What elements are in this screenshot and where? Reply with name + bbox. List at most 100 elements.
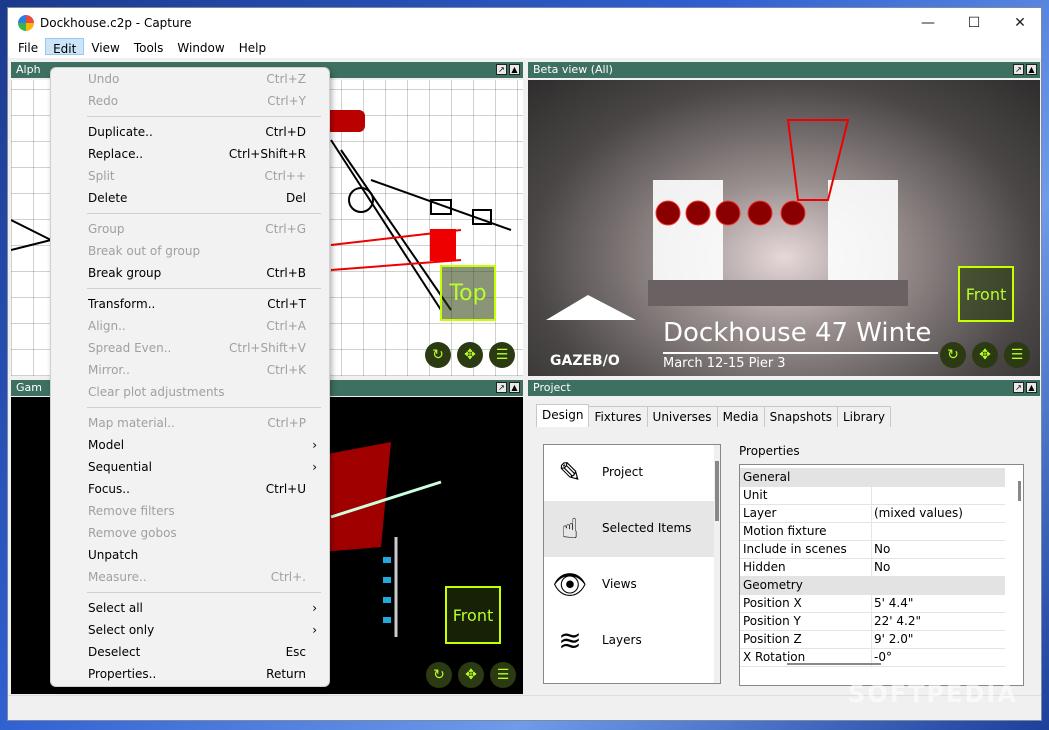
front-view-label[interactable]: Front: [958, 266, 1014, 322]
menu-item-label: Transform..: [88, 297, 156, 311]
gazebo-logo: GAZEB/O: [550, 353, 620, 369]
menu-item-label: Group: [88, 222, 125, 236]
view-menu-icon[interactable]: ☰: [490, 662, 516, 688]
prop-include-in-scenes[interactable]: Include in scenes No: [740, 540, 1005, 559]
properties-vscrollbar[interactable]: [1018, 481, 1021, 501]
maximize-panel-icon[interactable]: ▲: [509, 64, 520, 75]
design-item-selected-items[interactable]: ☝ Selected Items: [544, 501, 716, 557]
orbit-icon[interactable]: ↻: [426, 662, 452, 688]
menu-item-shortcut: Ctrl+Shift+R: [228, 147, 306, 161]
properties-hscrollbar[interactable]: [787, 663, 881, 665]
menu-item-remove-gobos: Remove gobos: [51, 522, 329, 544]
maximize-panel-icon[interactable]: ▲: [1026, 382, 1037, 393]
menu-item-replace[interactable]: Replace.. Ctrl+Shift+R: [51, 143, 329, 165]
prop-position-z[interactable]: Position Z 9' 2.0": [740, 630, 1005, 649]
title-bar[interactable]: Dockhouse.c2p - Capture — ☐ ✕: [8, 8, 1041, 38]
prop-unit[interactable]: Unit: [740, 486, 1005, 505]
menu-item-label: Properties..: [88, 667, 157, 681]
menu-item-map-material: Map material.. Ctrl+P: [51, 412, 329, 434]
undock-icon[interactable]: ↗: [496, 64, 507, 75]
menu-item-label: Align..: [88, 319, 126, 333]
prop-hidden[interactable]: Hidden No: [740, 558, 1005, 577]
menu-item-shortcut: Ctrl+Shift+V: [229, 341, 306, 355]
menu-item-break-group[interactable]: Break group Ctrl+B: [51, 262, 329, 284]
menu-item-label: Clear plot adjustments: [88, 385, 225, 399]
menu-item-label: Break group: [88, 266, 162, 280]
eye-icon: 👁: [552, 568, 588, 601]
menu-item-label: Focus..: [88, 482, 130, 496]
tab-snapshots[interactable]: Snapshots: [763, 406, 838, 427]
menu-item-model[interactable]: Model ›: [51, 434, 329, 456]
menu-item-transform[interactable]: Transform.. Ctrl+T: [51, 293, 329, 315]
gamma-view-title: Gam: [16, 381, 42, 394]
tab-design[interactable]: Design: [536, 404, 590, 427]
project-tabs: Design Fixtures Universes Media Snapshot…: [536, 404, 891, 427]
menu-item-label: Break out of group: [88, 244, 201, 258]
minimize-button[interactable]: —: [905, 8, 951, 38]
tab-universes[interactable]: Universes: [646, 406, 718, 427]
pan-icon[interactable]: ✥: [972, 342, 998, 368]
section-geometry[interactable]: Geometry: [740, 576, 1005, 595]
orbit-icon[interactable]: ↻: [940, 342, 966, 368]
design-list-scrollbar[interactable]: [714, 445, 720, 683]
design-item-project[interactable]: ✎ Project: [544, 445, 716, 501]
maximize-panel-icon[interactable]: ▲: [509, 382, 520, 393]
menu-item-shortcut: Return: [266, 667, 306, 681]
menu-item-measure: Measure.. Ctrl+.: [51, 566, 329, 588]
design-item-views[interactable]: 👁 Views: [544, 557, 716, 613]
design-list[interactable]: ✎ Project ☝ Selected Items 👁 Views ≋ Lay…: [543, 444, 721, 684]
menu-item-delete[interactable]: Delete Del: [51, 187, 329, 209]
undock-icon[interactable]: ↗: [1013, 64, 1024, 75]
prop-layer[interactable]: Layer (mixed values): [740, 504, 1005, 523]
design-item-layers[interactable]: ≋ Layers: [544, 613, 716, 669]
menu-item-sequential[interactable]: Sequential ›: [51, 456, 329, 478]
top-view-label[interactable]: Top: [440, 265, 496, 321]
menu-item-undo: Undo Ctrl+Z: [51, 68, 329, 90]
screen-subtitle: March 12-15 Pier 3: [663, 356, 786, 371]
alpha-view-title: Alph: [16, 63, 41, 76]
view-menu-icon[interactable]: ☰: [1004, 342, 1030, 368]
menu-window[interactable]: Window: [170, 38, 231, 58]
menu-help[interactable]: Help: [232, 38, 273, 58]
orbit-icon[interactable]: ↻: [425, 342, 451, 368]
pan-icon[interactable]: ✥: [458, 662, 484, 688]
project-panel-title: Project: [533, 381, 571, 394]
menu-item-label: Remove gobos: [88, 526, 177, 540]
prop-position-y[interactable]: Position Y 22' 4.2": [740, 612, 1005, 631]
menu-tools[interactable]: Tools: [127, 38, 171, 58]
front-view-label[interactable]: Front: [445, 586, 501, 644]
menu-item-unpatch[interactable]: Unpatch: [51, 544, 329, 566]
prop-position-x[interactable]: Position X 5' 4.4": [740, 594, 1005, 613]
menu-item-shortcut: Del: [286, 191, 306, 205]
menu-item-label: Delete: [88, 191, 128, 205]
watermark: SOFTPEDIA: [848, 680, 1018, 708]
section-general[interactable]: General: [740, 468, 1005, 487]
menu-item-duplicate[interactable]: Duplicate.. Ctrl+D: [51, 121, 329, 143]
beta-viewport[interactable]: GAZEB/O Dockhouse 47 Winte March 12-15 P…: [528, 80, 1040, 376]
menu-item-properties[interactable]: Properties.. Return: [51, 663, 329, 685]
menu-item-deselect[interactable]: Deselect Esc: [51, 641, 329, 663]
pan-icon[interactable]: ✥: [457, 342, 483, 368]
menu-item-focus[interactable]: Focus.. Ctrl+U: [51, 478, 329, 500]
tab-media[interactable]: Media: [716, 406, 765, 427]
menu-item-shortcut: Ctrl+K: [266, 363, 306, 377]
menu-item-select-only[interactable]: Select only ›: [51, 619, 329, 641]
properties-title: Properties: [739, 444, 800, 458]
undock-icon[interactable]: ↗: [496, 382, 507, 393]
view-menu-icon[interactable]: ☰: [489, 342, 515, 368]
menu-view[interactable]: View: [84, 38, 126, 58]
menu-edit[interactable]: Edit: [45, 38, 85, 56]
close-button[interactable]: ✕: [997, 8, 1041, 38]
properties-grid[interactable]: General Unit Layer (mixed values) Motion …: [739, 464, 1024, 686]
maximize-panel-icon[interactable]: ▲: [1026, 64, 1037, 75]
prop-motion-fixture[interactable]: Motion fixture: [740, 522, 1005, 541]
maximize-button[interactable]: ☐: [951, 8, 997, 38]
undock-icon[interactable]: ↗: [1013, 382, 1024, 393]
menu-item-label: Select only: [88, 623, 155, 637]
menu-item-select-all[interactable]: Select all ›: [51, 597, 329, 619]
tab-fixtures[interactable]: Fixtures: [588, 406, 648, 427]
project-panel: Design Fixtures Universes Media Snapshot…: [528, 397, 1040, 694]
scrollbar-thumb[interactable]: [715, 461, 719, 521]
tab-library[interactable]: Library: [836, 406, 891, 427]
menu-file[interactable]: File: [11, 38, 45, 58]
